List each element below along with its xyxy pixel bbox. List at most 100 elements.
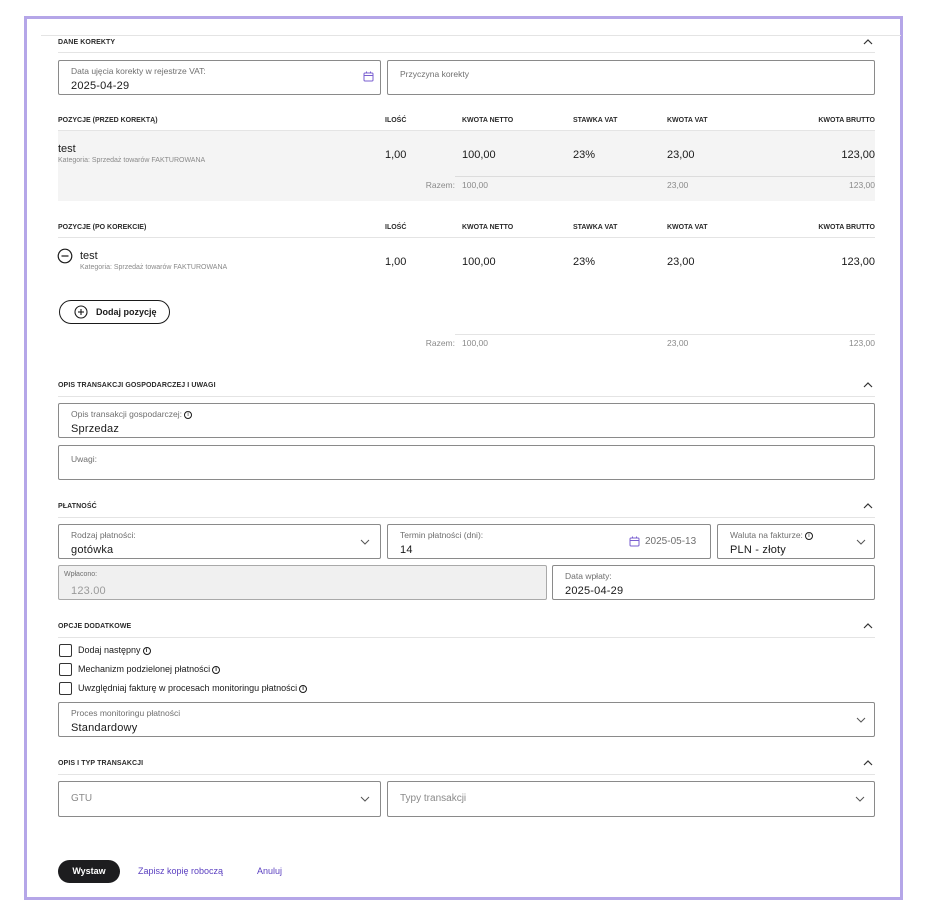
before-sum-vat: 23,00 [667,180,689,190]
before-section-title: POZYCJE (PRZED KOREKTĄ) [58,117,158,124]
after-sum-vat: 23,00 [667,338,689,348]
payment-term-value: 14 [400,544,413,556]
payment-date-label: Data wpłaty: [565,571,612,581]
paid-amount-field: Wpłacono: 123.00 [58,565,547,600]
monitoring-process-label: Proces monitoringu płatności [71,708,181,718]
split-payment-label: Mechanizm podzielonej płatności i [78,664,221,674]
add-position-button[interactable]: Dodaj pozycję [59,300,170,324]
correction-reason-placeholder: Przyczyna korekty [400,69,469,79]
after-item-stawka[interactable]: 23% [573,256,595,268]
currency-label: Waluta na fakturze: i [730,530,813,540]
col-brutto-2: KWOTA BRUTTO [818,224,875,231]
section-title-opcje: OPCJE DODATKOWE [58,623,132,630]
correction-date-label: Data ujęcia korekty w rejestrze VAT: [71,66,206,76]
collapse-chevron-up-icon[interactable] [862,758,874,768]
after-sum-label: Razem: [425,338,455,348]
info-icon[interactable]: i [804,532,813,540]
before-item-ilosc: 1,00 [385,149,407,161]
add-next-checkbox[interactable] [59,644,72,657]
currency-value: PLN - złoty [730,544,786,556]
currency-select[interactable]: Waluta na fakturze: i PLN - złoty [717,524,875,559]
before-sum-netto: 100,00 [462,180,488,190]
cancel-link[interactable]: Anuluj [257,866,282,876]
save-draft-link[interactable]: Zapisz kopię roboczą [138,866,223,876]
col-netto-2: KWOTA NETTO [462,224,514,231]
top-divider [41,35,901,36]
gtu-select[interactable]: GTU [58,781,381,817]
chevron-down-icon [855,796,865,802]
before-item-brutto: 123,00 [841,149,875,161]
section-title-opis: OPIS TRANSAKCJI GOSPODARCZEJ I UWAGI [58,382,216,389]
before-item-vat: 23,00 [667,149,695,161]
monitoring-label: Uwzględniaj fakturę w procesach monitori… [78,683,308,693]
after-item-category: Kategoria: Sprzedaż towarów FAKTUROWANA [80,264,228,271]
add-next-label: Dodaj następny i [78,645,151,655]
col-stawka: STAWKA VAT [573,117,618,124]
collapse-chevron-up-icon[interactable] [862,501,874,511]
col-vat: KWOTA VAT [667,117,708,124]
calendar-icon[interactable] [363,71,374,82]
after-section-title: POZYCJE (PO KOREKCIE) [58,224,147,231]
transaction-description-label: Opis transakcji gospodarczej: i [71,409,193,419]
after-item-brutto: 123,00 [841,256,875,268]
gtu-placeholder: GTU [71,793,93,804]
col-netto: KWOTA NETTO [462,117,514,124]
issue-button[interactable]: Wystaw [58,860,120,883]
transaction-description-value: Sprzedaz [71,423,120,435]
transaction-types-select[interactable]: Typy transakcji [387,781,875,817]
payment-type-select[interactable]: Rodzaj płatności: gotówka [58,524,381,559]
section-title-dane-korekty: DANE KOREKTY [58,39,116,46]
correction-reason-field[interactable]: Przyczyna korekty [387,60,875,95]
info-icon[interactable]: i [184,411,193,419]
section-title-platnosc: PŁATNOŚĆ [58,503,97,510]
payment-term-date: 2025-05-13 [645,536,697,547]
chevron-down-icon [360,539,370,545]
payment-type-value: gotówka [71,544,114,556]
section-title-typ: OPIS I TYP TRANSAKCJI [58,760,144,767]
before-sum-label: Razem: [425,180,455,190]
after-item-netto[interactable]: 100,00 [462,256,496,268]
add-position-label: Dodaj pozycję [96,307,157,317]
after-item-vat: 23,00 [667,256,695,268]
notes-label: Uwagi: [71,454,97,464]
payment-date-field[interactable]: Data wpłaty: 2025-04-29 [552,565,875,600]
col-stawka-2: STAWKA VAT [573,224,618,231]
before-sum-brutto: 123,00 [849,180,875,190]
collapse-chevron-up-icon[interactable] [862,621,874,631]
correction-date-value: 2025-04-29 [71,80,130,92]
paid-amount-label: Wpłacono: [64,571,98,578]
after-item-name: test [80,250,98,262]
payment-type-label: Rodzaj płatności: [71,530,136,540]
chevron-down-icon [856,539,866,545]
before-table-body [58,131,875,201]
col-ilosc-2: ILOŚĆ [385,224,407,231]
after-sum-brutto: 123,00 [849,338,875,348]
before-item-netto: 100,00 [462,149,496,161]
payment-date-value: 2025-04-29 [565,585,624,597]
transaction-types-placeholder: Typy transakcji [400,793,467,804]
collapse-chevron-up-icon[interactable] [862,380,874,390]
collapse-chevron-up-icon[interactable] [862,37,874,47]
correction-date-field[interactable]: Data ujęcia korekty w rejestrze VAT: 202… [58,60,381,95]
notes-field[interactable]: Uwagi: [58,445,875,480]
monitoring-process-value: Standardowy [71,722,138,734]
calendar-icon[interactable] [629,536,640,547]
after-sum-netto: 100,00 [462,338,488,348]
chevron-down-icon [856,717,866,723]
split-payment-checkbox[interactable] [59,663,72,676]
before-item-name: test [58,143,76,155]
info-icon[interactable]: i [299,685,308,693]
transaction-description-field[interactable]: Opis transakcji gospodarczej: i Sprzedaz [58,403,875,438]
monitoring-process-select[interactable]: Proces monitoringu płatności Standardowy [58,702,875,737]
info-icon[interactable]: i [142,647,151,655]
payment-term-field[interactable]: Termin płatności (dni): 14 2025-05-13 [387,524,711,559]
after-item-ilosc[interactable]: 1,00 [385,256,406,268]
info-icon[interactable]: i [212,666,221,674]
before-item-stawka: 23% [573,149,596,161]
remove-row-minus-icon[interactable] [57,248,73,264]
col-vat-2: KWOTA VAT [667,224,708,231]
paid-amount-value: 123.00 [71,585,106,597]
before-item-category: Kategoria: Sprzedaż towarów FAKTUROWANA [58,157,206,164]
chevron-down-icon [360,796,370,802]
monitoring-checkbox[interactable] [59,682,72,695]
